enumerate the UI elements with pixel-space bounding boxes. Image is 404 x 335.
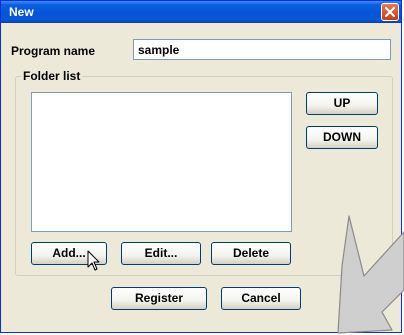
program-name-label: Program name	[11, 44, 96, 58]
close-button[interactable]	[381, 3, 399, 21]
window-title: New	[9, 5, 34, 19]
folder-listbox[interactable]	[31, 92, 292, 232]
edit-button[interactable]: Edit...	[121, 242, 201, 265]
program-name-input[interactable]	[133, 39, 391, 60]
delete-button[interactable]: Delete	[211, 242, 291, 265]
down-button[interactable]: DOWN	[306, 126, 378, 149]
cancel-button[interactable]: Cancel	[221, 287, 301, 310]
close-icon	[385, 7, 395, 17]
mouse-cursor-icon	[87, 250, 100, 271]
folder-list-label: Folder list	[21, 69, 83, 83]
title-bar[interactable]: New	[1, 1, 401, 23]
callout-arrow-icon	[337, 215, 404, 334]
register-button[interactable]: Register	[111, 287, 207, 310]
up-button[interactable]: UP	[306, 92, 378, 115]
